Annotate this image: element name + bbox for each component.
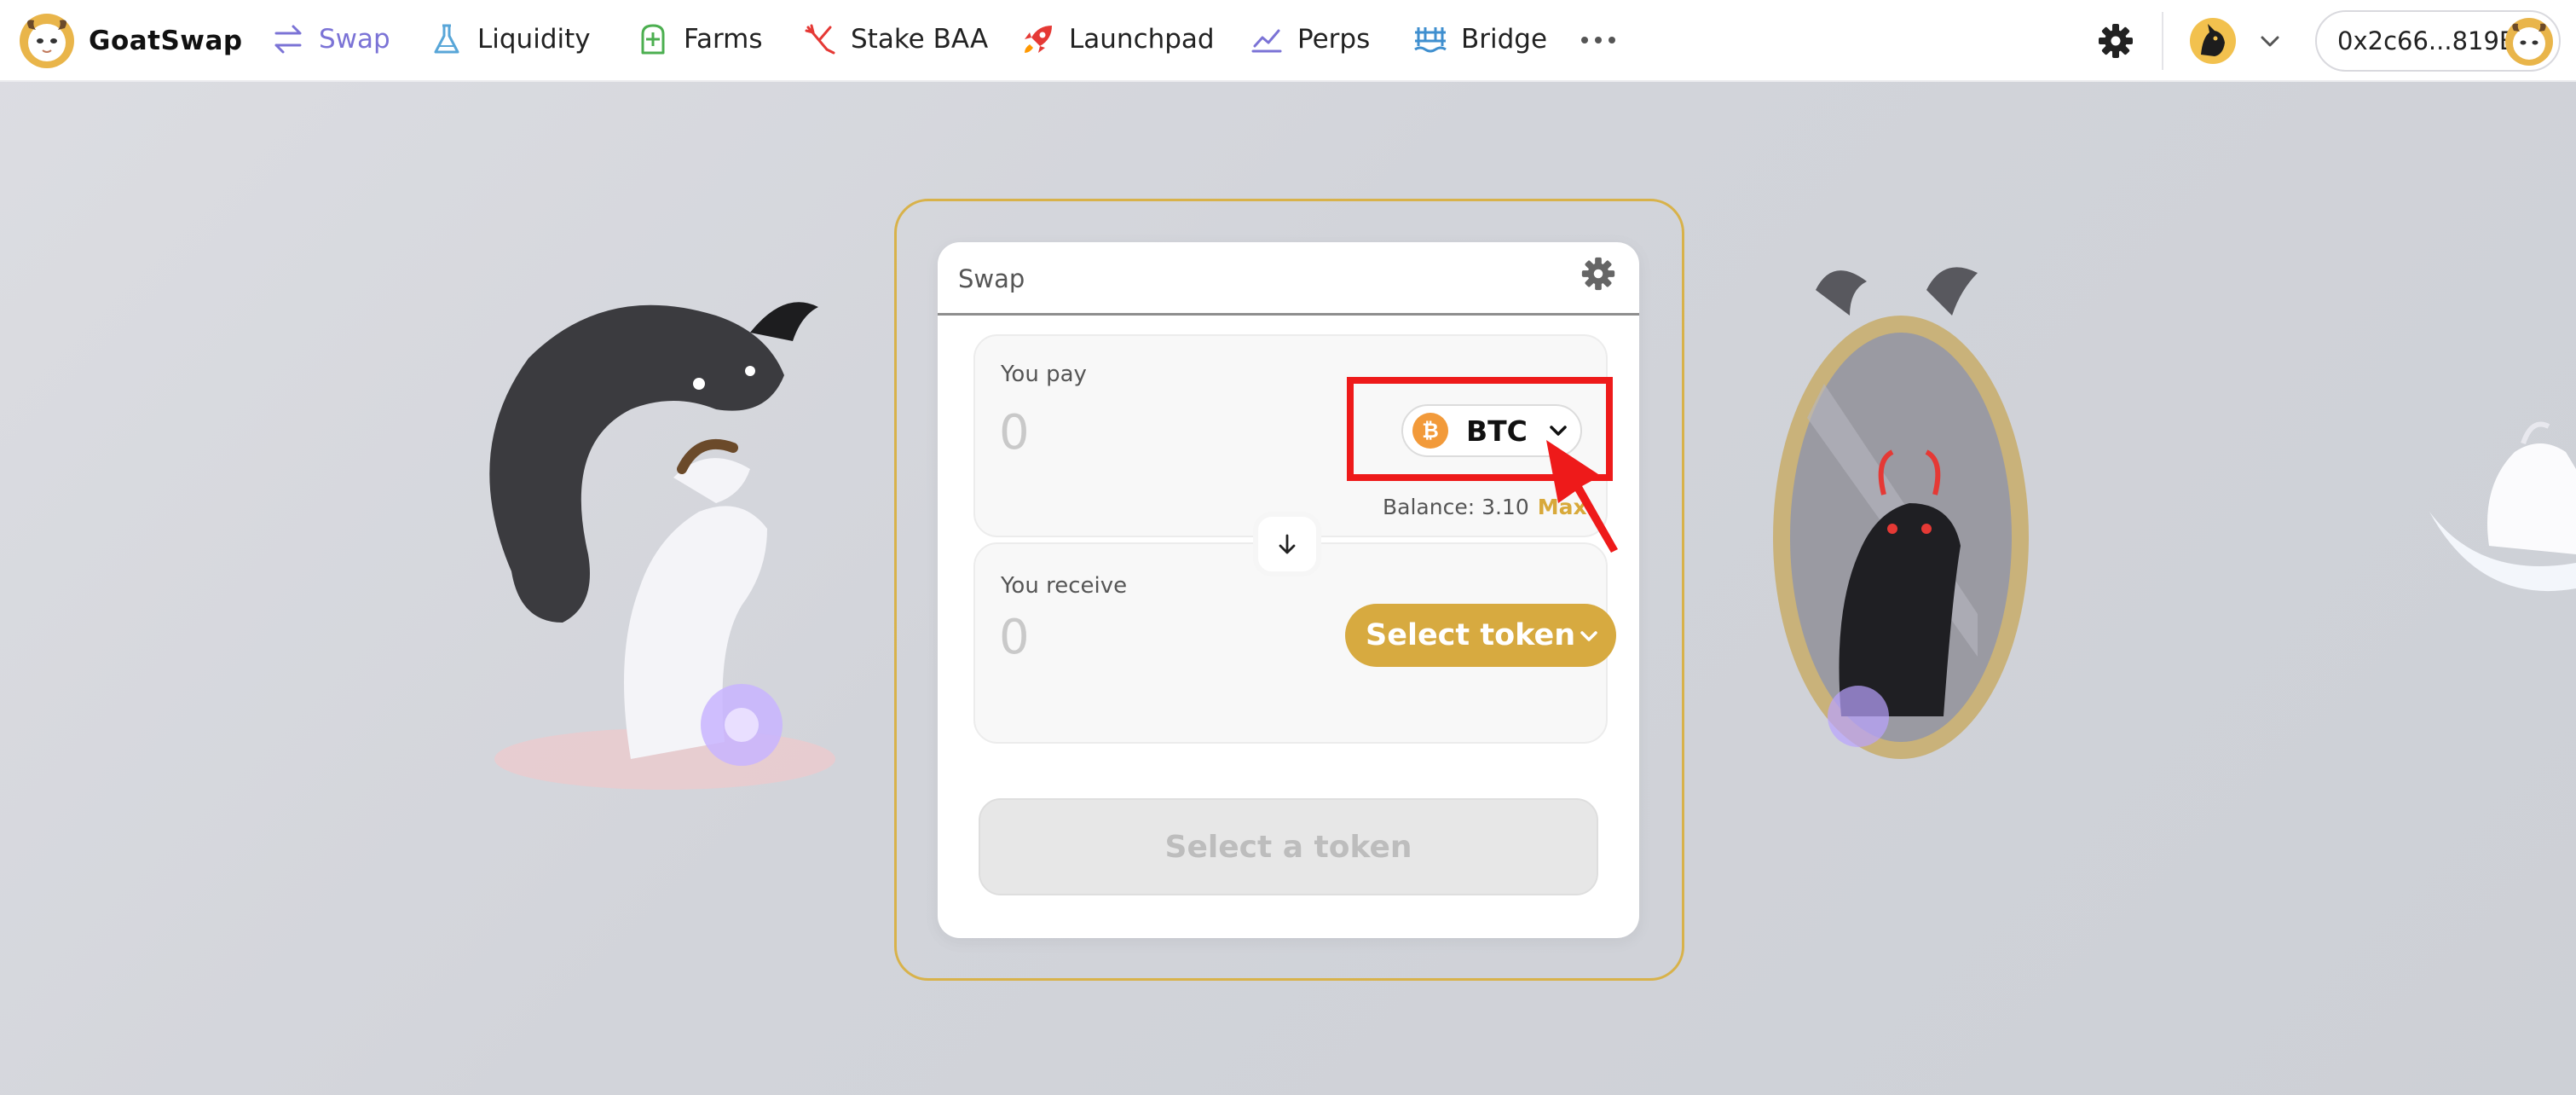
swap-card: Swap You pay ₿ BTC [938,242,1639,938]
swap-submit-button[interactable]: Select a token [979,798,1598,895]
nav-label: Farms [684,24,763,55]
nav-label: Perps [1297,24,1371,55]
balance-text: Balance: 3.10 [1383,495,1529,519]
receive-label: You receive [1001,573,1128,599]
stake-icon [805,24,835,55]
more-dots-icon[interactable] [1577,19,1620,61]
bridge-icon [1414,27,1447,53]
header-divider [2162,12,2163,70]
chevron-down-icon [1580,631,1597,641]
shadow-goat-illustration [489,302,835,790]
goat-logo-icon [20,14,74,68]
pay-label: You pay [1001,362,1087,387]
chart-line-icon [1251,29,1282,53]
swap-header: Swap [938,242,1639,316]
flip-direction-button[interactable] [1253,512,1321,576]
nav-item-liquidity[interactable]: Liquidity [428,15,591,63]
nav-item-swap[interactable]: Swap [269,15,390,63]
brand-name: GoatSwap [89,26,243,56]
mirror-goat-illustration [1773,267,2029,759]
nav-label: Bridge [1461,24,1548,55]
select-token-button[interactable]: Select token [1345,604,1616,667]
avatar [2505,18,2553,66]
network-icon [2190,18,2236,64]
nav-item-perps[interactable]: Perps [1248,15,1370,63]
flask-icon [434,24,459,54]
brand[interactable]: GoatSwap [19,12,243,70]
top-navbar: GoatSwap Swap Liquidity Farms Stake BAA [0,0,2576,82]
nav-item-stake[interactable]: Stake BAA [801,15,988,63]
wallet-address: 0x2c66...819B [2337,26,2516,55]
chevron-down-icon [2261,36,2279,47]
nav-label: Liquidity [477,24,591,55]
nav-item-bridge[interactable]: Bridge [1412,15,1547,63]
moon-goat-illustration [2429,421,2576,592]
nav-label: Stake BAA [851,24,989,55]
swap-title: Swap [958,264,1025,293]
farm-icon [641,24,665,55]
rocket-icon [1025,26,1052,53]
swap-icon [274,25,302,54]
receive-amount-input[interactable] [999,607,1255,667]
nav-item-farms[interactable]: Farms [634,15,763,63]
nav-label: Launchpad [1069,24,1215,55]
settings-gear-icon[interactable] [1579,254,1618,293]
select-token-label: Select token [1366,618,1576,652]
pay-amount-input[interactable] [999,403,1255,462]
nav-label: Swap [319,24,390,55]
submit-label: Select a token [1164,829,1412,865]
pointer-arrow-icon [1546,440,1618,553]
arrow-down-icon [1279,534,1296,554]
network-selector[interactable] [2189,15,2284,67]
wallet-button[interactable]: 0x2c66...819B [2315,10,2561,72]
nav-item-launchpad[interactable]: Launchpad [1019,15,1215,63]
gear-icon[interactable] [2095,20,2136,61]
